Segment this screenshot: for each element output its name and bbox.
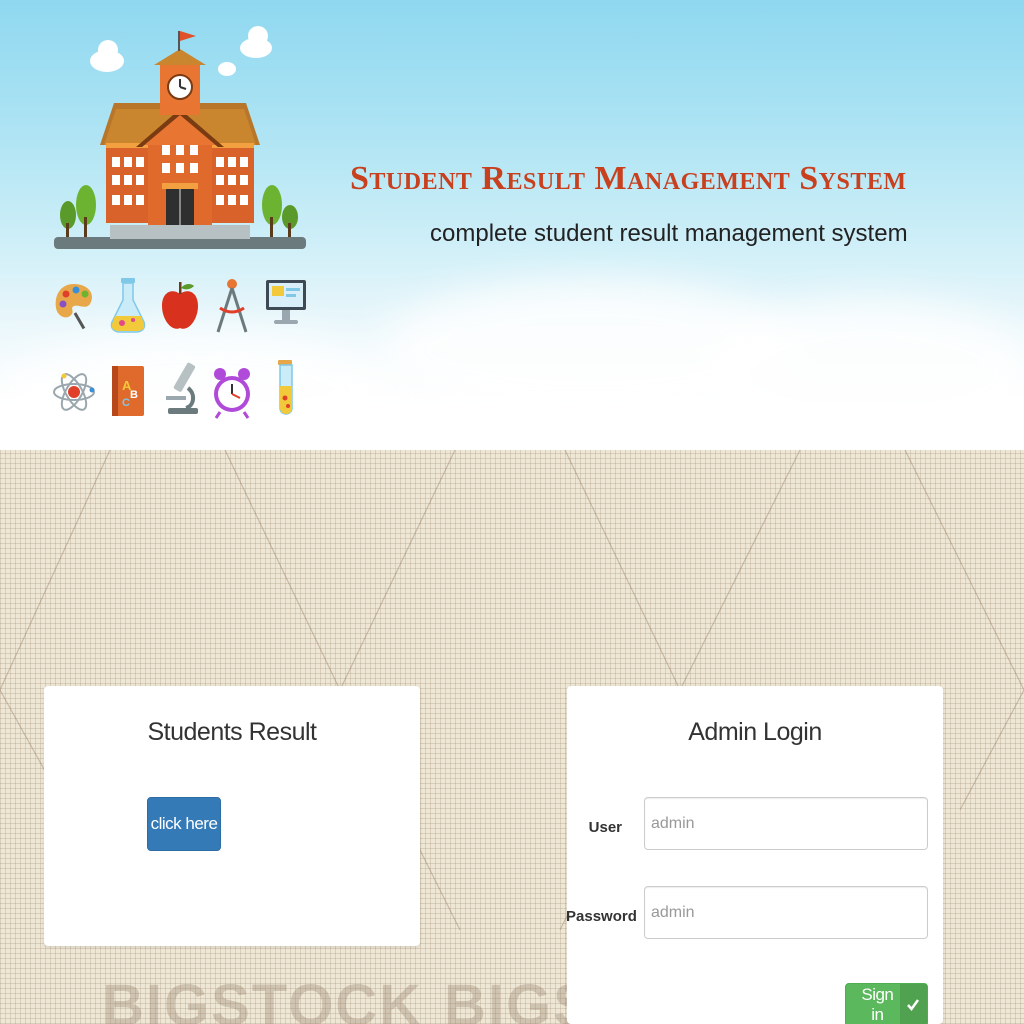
flask-icon <box>110 278 146 333</box>
microscope-icon <box>166 362 198 414</box>
header-banner: A B C Student Result Management System c… <box>0 0 1024 450</box>
palette-icon <box>55 284 93 330</box>
check-icon <box>899 984 927 1024</box>
password-input[interactable] <box>644 886 928 939</box>
students-result-title: Students Result <box>147 718 318 746</box>
apple-icon <box>162 282 198 329</box>
svg-text:B: B <box>130 389 138 401</box>
monitor-icon <box>266 280 306 324</box>
watermark-text: BIGSTOCK <box>102 973 424 1024</box>
svg-text:C: C <box>122 397 130 409</box>
admin-login-card: Admin Login User Password Sign in <box>566 686 943 1024</box>
compass-icon <box>216 279 248 333</box>
abc-book-icon: A B C <box>112 366 144 416</box>
sign-in-button[interactable]: Sign in <box>845 983 928 1024</box>
test-tube-icon <box>278 360 293 415</box>
click-here-button[interactable]: click here <box>147 797 221 851</box>
admin-login-title: Admin Login <box>688 718 822 746</box>
app-subtitle: complete student result management syste… <box>430 220 908 247</box>
app-title: Student Result Management System <box>350 160 907 197</box>
sign-in-label: Sign in <box>861 985 894 1024</box>
alarm-clock-icon <box>214 368 250 419</box>
user-input[interactable] <box>644 797 928 850</box>
user-label: User <box>588 819 622 836</box>
students-result-card: Students Result click here <box>44 686 420 946</box>
password-label: Password <box>566 908 637 925</box>
subject-icons: A B C <box>50 272 314 432</box>
school-building-icon <box>54 31 306 249</box>
background-cloud <box>700 300 1024 450</box>
atom-icon <box>53 373 95 411</box>
